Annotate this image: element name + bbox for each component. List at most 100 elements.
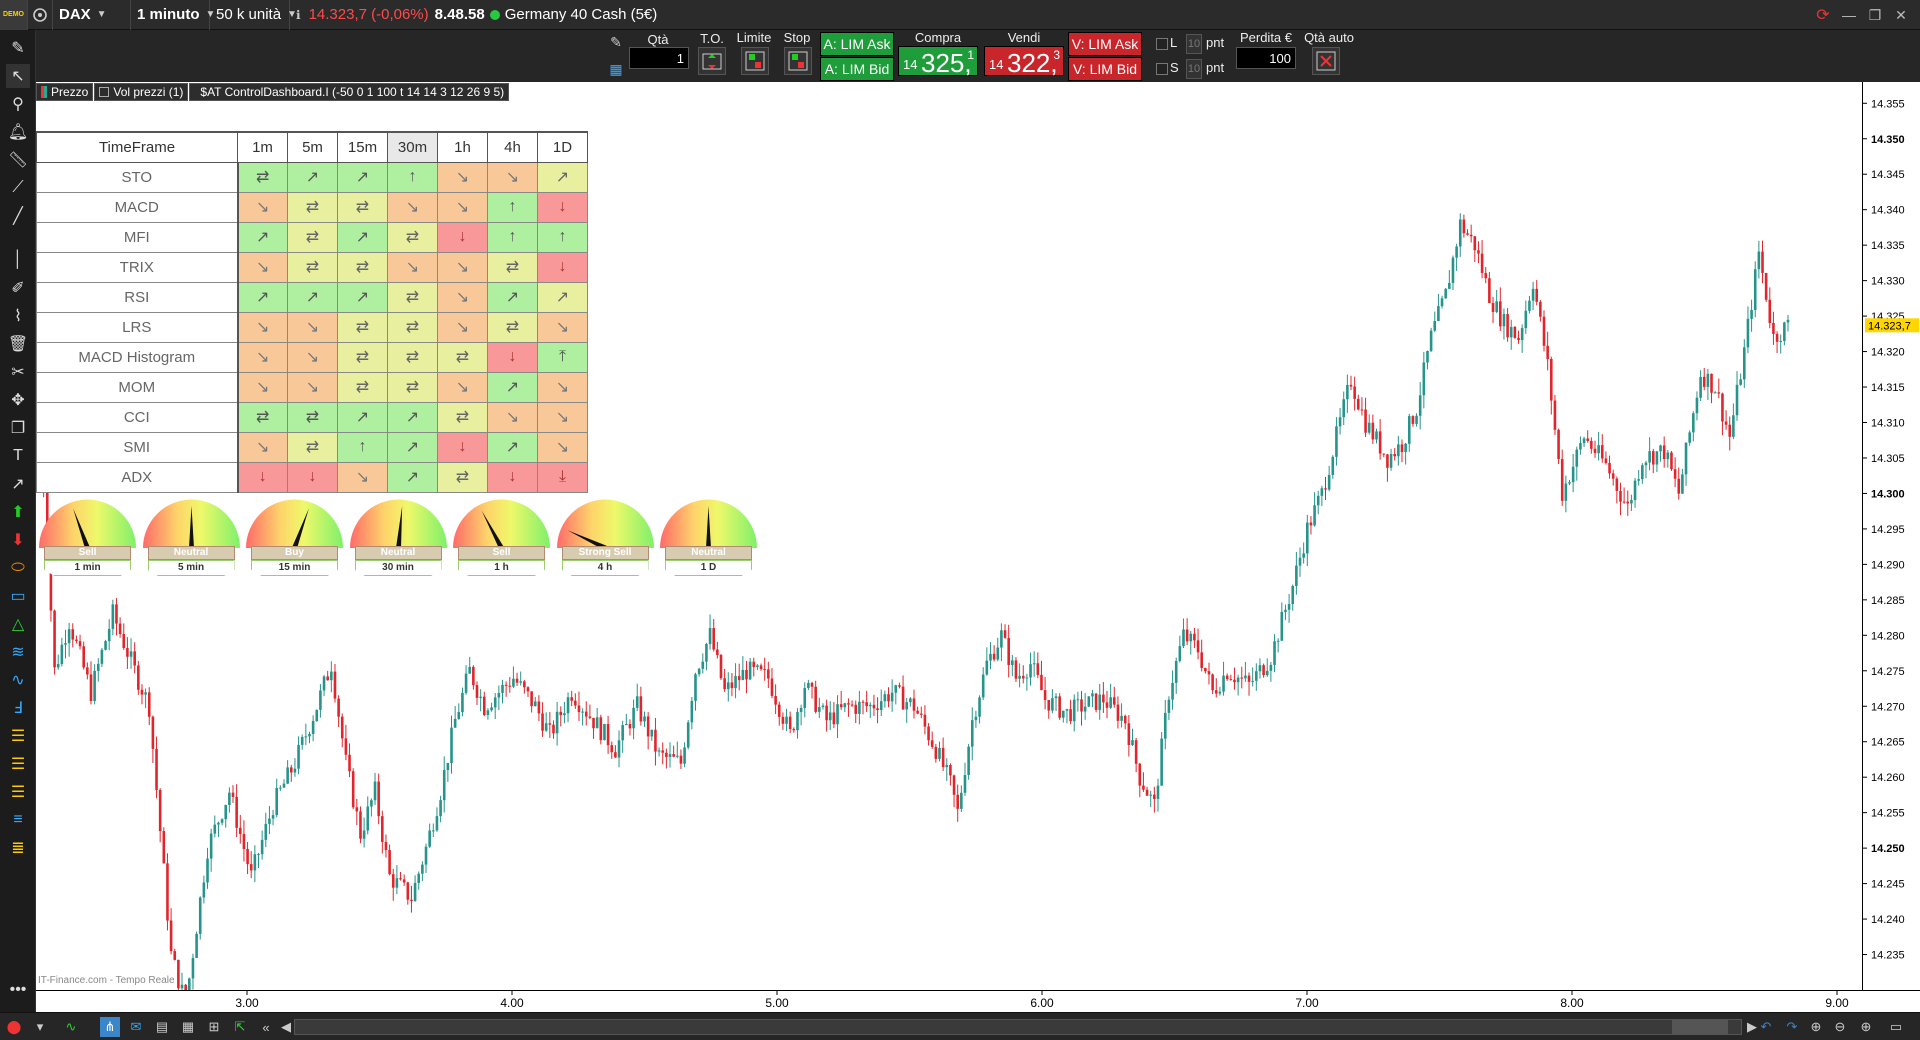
zoom-slider-icon[interactable]: ▭ [1886,1017,1906,1037]
wrench-icon[interactable]: ✎ [610,34,622,51]
timeframe-header-1h[interactable]: 1h [437,131,488,163]
horizontal-scrollbar[interactable] [294,1019,1742,1035]
long-checkbox[interactable] [1156,38,1168,50]
channel-icon[interactable]: ≋ [6,640,30,664]
rectangle-icon[interactable]: ▭ [6,584,30,608]
long-points-input[interactable]: 10 [1186,34,1202,54]
share-icon[interactable]: ⋔ [100,1017,120,1037]
keyboard-icon[interactable]: ▦ [609,61,622,78]
zoom-icon[interactable]: ⚲ [6,92,30,116]
timeframe-header-4h[interactable]: 4h [487,131,538,163]
sell-arrow-icon[interactable]: ⬇ [6,528,30,552]
qty-input[interactable] [629,47,689,69]
ellipse-icon[interactable]: ⬭ [6,556,30,580]
timeframe-selector[interactable]: 1 minuto ▼ [131,0,215,30]
palette-icon[interactable]: ⬤ [4,1017,24,1037]
close-icon[interactable]: ✕ [1888,7,1914,24]
copy-icon[interactable]: ❐ [6,416,30,440]
arrow-icon[interactable]: ↗ [6,472,30,496]
signal-arrow-icon: ↘ [256,439,270,456]
timeframe-header-30m[interactable]: 30m [387,131,438,163]
line-icon[interactable]: ╱ [6,204,30,228]
more-tools-icon[interactable]: ••• [6,978,30,1002]
timeframe-header-1D[interactable]: 1D [537,131,588,163]
pencil-icon[interactable]: ✎ [6,36,30,60]
signal-arrow-icon: ⇄ [256,409,270,426]
cursor-icon[interactable]: ↖ [6,64,30,88]
indicator-add-icon[interactable]: ∿ [56,1017,86,1037]
buy-limit-ask-button[interactable]: A: LIM Ask [820,32,894,56]
legend-volume[interactable]: Vol prezzi (1) [94,83,189,101]
stop-order-icon[interactable] [784,47,812,75]
text-icon[interactable]: T [6,444,30,468]
timeframe-header-5m[interactable]: 5m [287,131,338,163]
signal-gauge: Buy 15 min [243,496,346,586]
timeframe-header-1m[interactable]: 1m [237,131,288,163]
sell-limit-ask-button[interactable]: V: LIM Ask [1068,32,1142,56]
fib-extension-icon[interactable]: ☰ [6,780,30,804]
info-icon[interactable]: ℹ [296,8,301,22]
timeframe-header-15m[interactable]: 15m [337,131,388,163]
minimize-icon[interactable]: — [1836,7,1862,23]
zoom-out-icon[interactable]: ⊖ [1830,1017,1850,1037]
limit-order-icon[interactable] [741,47,769,75]
vertical-line-icon[interactable]: │ [6,248,30,272]
link-icon[interactable] [28,0,53,30]
gann-icon[interactable]: ≣ [6,836,30,860]
buy-price-button[interactable]: 14 325, 1 [898,46,978,78]
refresh-icon[interactable]: ⟳ [1810,5,1836,25]
scrollbar-thumb[interactable] [1672,1020,1728,1034]
take-order-icon[interactable] [698,47,726,75]
tools-icon[interactable]: ✂ [6,360,30,384]
fib-fan-icon[interactable]: ☰ [6,724,30,748]
units-selector[interactable]: 50 k unità ▼ [210,0,297,30]
chat-icon[interactable]: ✉ [126,1017,146,1037]
short-checkbox[interactable] [1156,63,1168,75]
trash-icon[interactable]: 🗑︎ [6,332,30,356]
sell-price-button[interactable]: 14 322, 3 [984,46,1064,78]
scroll-left-icon[interactable]: ◀ [276,1017,296,1037]
price-axis[interactable]: 14.355 14.350 14.345 14.340 14.335 14.330 14.3… [1862,82,1920,990]
segment-icon[interactable]: ⟋ [6,176,30,200]
buy-limit-bid-button[interactable]: A: LIM Bid [820,57,894,81]
loss-input[interactable] [1236,47,1296,69]
last-update-time: 8.48.58 [434,6,485,23]
buy-arrow-icon[interactable]: ⬆ [6,500,30,524]
sell-limit-bid-button[interactable]: V: LIM Bid [1068,57,1142,81]
buy-price-main: 325, [921,48,972,78]
candle [1706,368,1710,401]
zoom-fit-icon[interactable]: ⊕ [1806,1017,1826,1037]
trend-icon[interactable]: ⌇ [6,304,30,328]
auto-qty-icon[interactable] [1312,47,1340,75]
ruler-icon[interactable]: 📏︎ [6,148,30,172]
layout-icon[interactable]: ▦ [178,1017,198,1037]
instrument-selector[interactable]: DAX ▼ [53,0,131,30]
fib-time-icon[interactable]: ≡ [6,808,30,832]
fibonacci-icon[interactable]: Ⅎ [6,696,30,720]
redo-icon[interactable]: ↷ [1782,1017,1802,1037]
scroll-left-fast-icon[interactable]: « [256,1017,276,1037]
short-points-input[interactable]: 10 [1186,59,1202,79]
undo-icon[interactable]: ↶ [1756,1017,1776,1037]
signal-cell: ↓ [437,431,488,463]
dropdown-icon[interactable]: ▾ [30,1017,50,1037]
candle [1462,214,1466,238]
legend-indicator[interactable]: $AT ControlDashboard.I (-50 0 1 100 t 14… [189,83,510,101]
triangle-icon[interactable]: △ [6,612,30,636]
restore-icon[interactable]: ❐ [1862,7,1888,24]
zoom-in-icon[interactable]: ⊕ [1856,1017,1876,1037]
candle [137,660,140,695]
save-icon[interactable]: ⊞ [204,1017,224,1037]
candle [89,661,93,705]
time-axis[interactable]: 3.00 4.00 5.00 6.00 7.00 8.00 9.00 [36,990,1920,1012]
fib-levels-icon[interactable]: ☰ [6,752,30,776]
legend-price[interactable]: Prezzo [36,83,94,101]
signal-arrow-icon: ⤒ [558,348,567,365]
candle [606,715,610,754]
pen-icon[interactable]: ✐ [6,276,30,300]
bell-icon[interactable]: 🔔︎ [6,120,30,144]
move-icon[interactable]: ✥ [6,388,30,412]
export-icon[interactable]: ⇱ [230,1017,250,1037]
wave-icon[interactable]: ∿ [6,668,30,692]
calendar-icon[interactable]: ▤ [152,1017,172,1037]
